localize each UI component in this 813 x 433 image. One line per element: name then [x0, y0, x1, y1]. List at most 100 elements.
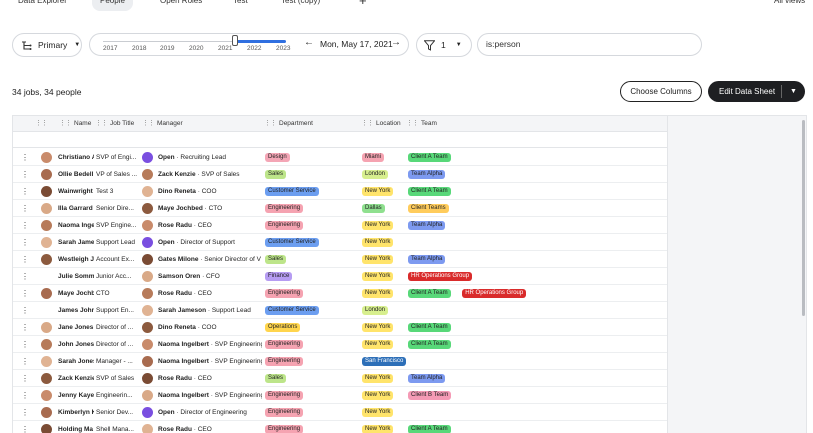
date-label[interactable]: Mon, May 17, 2021: [320, 39, 393, 49]
manager[interactable]: Samson Oren · CFO: [158, 268, 262, 285]
person-name[interactable]: Jenny Kaye: [58, 387, 94, 404]
row-menu-icon[interactable]: ⋮: [21, 319, 29, 336]
column-header-manager[interactable]: ⋮⋮ Manager: [142, 116, 183, 132]
manager[interactable]: Sarah Jameson · Support Lead: [158, 302, 262, 319]
manager[interactable]: Dino Reneta · COO: [158, 319, 262, 336]
tab-test-copy[interactable]: Test (copy): [281, 0, 320, 11]
table-row[interactable]: ⋮ Holding Ma Shell Mana... Rose Radu · CEO E…: [13, 421, 667, 433]
person-name[interactable]: Christiano A: [58, 149, 94, 166]
row-menu-icon[interactable]: ⋮: [21, 183, 29, 200]
manager[interactable]: Gates Milone · Senior Director of V: [158, 251, 262, 268]
person-name[interactable]: Jane Jones: [58, 319, 94, 336]
table-row[interactable]: ⋮ James John Support En... Sarah Jameson · …: [13, 302, 667, 319]
person-name[interactable]: Sarah Jones: [58, 353, 94, 370]
manager[interactable]: Rose Radu · CEO: [158, 217, 262, 234]
person-name[interactable]: Kimberlyn K: [58, 404, 94, 421]
table-row[interactable]: ⋮ Illa Garrard Senior Dire... Maye Jochbed …: [13, 200, 667, 217]
table-row[interactable]: ⋮ Naoma Inge SVP Engine... Rose Radu · CEO E…: [13, 217, 667, 234]
job-title: Senior Dire...: [96, 205, 134, 212]
manager[interactable]: Naoma Ingelbert · SVP Engineering: [158, 353, 262, 370]
person-name[interactable]: Maye Jochb: [58, 285, 94, 302]
manager[interactable]: Maye Jochbed · CTO: [158, 200, 262, 217]
edit-data-sheet-label: Edit Data Sheet: [719, 87, 776, 96]
column-drag-handle[interactable]: ⋮⋮: [35, 116, 50, 132]
manager[interactable]: Zack Kenzie · SVP of Sales: [158, 166, 262, 183]
all-views-link[interactable]: All views: [774, 0, 805, 11]
row-menu-icon[interactable]: ⋮: [21, 251, 29, 268]
person-name[interactable]: Sarah Jame: [58, 234, 94, 251]
row-menu-icon[interactable]: ⋮: [21, 370, 29, 387]
person-name[interactable]: Ollie Bedell: [58, 166, 94, 183]
tab-data-explorer[interactable]: Data Explorer: [18, 0, 67, 11]
manager[interactable]: Open · Director of Engineering: [158, 404, 262, 421]
column-header-location[interactable]: ⋮⋮ Location: [361, 116, 401, 132]
arrow-right-icon[interactable]: →: [391, 37, 401, 48]
row-menu-icon[interactable]: ⋮: [21, 404, 29, 421]
table-row[interactable]: ⋮ John Jones Director of ... Naoma Ingelber…: [13, 336, 667, 353]
tab-test[interactable]: Test: [233, 0, 248, 11]
row-menu-icon[interactable]: ⋮: [21, 166, 29, 183]
tab-people[interactable]: People: [92, 0, 133, 11]
year-tick: 2022: [247, 45, 262, 52]
table-row[interactable]: ⋮ Zack Kenzie SVP of Sales Rose Radu · CEO S…: [13, 370, 667, 387]
table-row[interactable]: ⋮ Westleigh J Account Ex... Gates Milone · …: [13, 251, 667, 268]
column-header-name[interactable]: ⋮⋮ Name: [59, 116, 91, 132]
chevron-down-icon[interactable]: ▼: [790, 81, 797, 102]
filter-button[interactable]: 1 ▼: [416, 33, 472, 57]
row-menu-icon[interactable]: ⋮: [21, 149, 29, 166]
manager[interactable]: Naoma Ingelbert · SVP Engineering: [158, 387, 262, 404]
row-menu-icon[interactable]: ⋮: [21, 217, 29, 234]
table-row[interactable]: ⋮ Sarah Jones Manager - ... Naoma Ingelbert…: [13, 353, 667, 370]
row-menu-icon[interactable]: ⋮: [21, 268, 29, 285]
table-row[interactable]: ⋮ Sarah Jame Support Lead Open · Director o…: [13, 234, 667, 251]
scrollbar-thumb[interactable]: [802, 120, 805, 316]
table-row[interactable]: ⋮ Christiano A SVP of Engi... Open · Recrui…: [13, 149, 667, 166]
row-menu-icon[interactable]: ⋮: [21, 387, 29, 404]
table-row[interactable]: ⋮ Wainwright Test 3 Dino Reneta · COO Custom…: [13, 183, 667, 200]
row-menu-icon[interactable]: ⋮: [21, 285, 29, 302]
person-name[interactable]: Illa Garrard: [58, 200, 94, 217]
tab-open-roles[interactable]: Open Roles: [160, 0, 202, 11]
manager[interactable]: Dino Reneta · COO: [158, 183, 262, 200]
row-menu-icon[interactable]: ⋮: [21, 336, 29, 353]
person-name[interactable]: Zack Kenzie: [58, 370, 94, 387]
table-row[interactable]: ⋮ Ollie Bedell VP of Sales ... Zack Kenzie …: [13, 166, 667, 183]
manager[interactable]: Rose Radu · CEO: [158, 370, 262, 387]
location-chip: New York: [362, 391, 394, 400]
person-name[interactable]: John Jones: [58, 336, 94, 353]
person-name[interactable]: Naoma Inge: [58, 217, 94, 234]
timeline-handle[interactable]: [232, 35, 238, 46]
table-row[interactable]: ⋮ Jane Jones Director of ... Dino Reneta · …: [13, 319, 667, 336]
row-menu-icon[interactable]: ⋮: [21, 234, 29, 251]
table-row[interactable]: ⋮ Maye Jochb CTO Rose Radu · CEO Engineering…: [13, 285, 667, 302]
column-header-team[interactable]: ⋮⋮ Team: [406, 116, 437, 132]
search-input[interactable]: is:person: [477, 33, 702, 56]
table-row[interactable]: ⋮ Kimberlyn K Senior Dev... Open · Director…: [13, 404, 667, 421]
person-name[interactable]: Holding Ma: [58, 421, 94, 433]
column-header-job-title[interactable]: ⋮⋮ Job Title: [95, 116, 134, 132]
table-row[interactable]: ⋮ Jenny Kaye Engineerin... Naoma Ingelbert …: [13, 387, 667, 404]
manager[interactable]: Open · Director of Support: [158, 234, 262, 251]
row-menu-icon[interactable]: ⋮: [21, 353, 29, 370]
row-menu-icon[interactable]: ⋮: [21, 302, 29, 319]
person-name[interactable]: Wainwright: [58, 183, 94, 200]
add-view-button[interactable]: +: [359, 0, 367, 11]
person-name[interactable]: Julie Somm: [58, 268, 94, 285]
row-menu-icon[interactable]: ⋮: [21, 421, 29, 433]
scrollbar[interactable]: [799, 116, 806, 433]
timeline-slider[interactable]: 2017 2018 2019 2020 2021 2022 2023 ← Mon…: [89, 33, 409, 56]
avatar: [41, 407, 52, 418]
person-name[interactable]: Westleigh J: [58, 251, 94, 268]
primary-dropdown[interactable]: Primary ▼: [12, 33, 82, 57]
manager[interactable]: Rose Radu · CEO: [158, 285, 262, 302]
arrow-left-icon[interactable]: ←: [304, 37, 314, 48]
manager[interactable]: Open · Recruiting Lead: [158, 149, 262, 166]
table-row[interactable]: ⋮ Julie Somm Junior Acc... Samson Oren · CF…: [13, 268, 667, 285]
row-menu-icon[interactable]: ⋮: [21, 200, 29, 217]
manager[interactable]: Rose Radu · CEO: [158, 421, 262, 433]
edit-data-sheet-button[interactable]: Edit Data Sheet ▼: [708, 81, 805, 102]
person-name[interactable]: James John: [58, 302, 94, 319]
column-header-department[interactable]: ⋮⋮ Department: [264, 116, 313, 132]
choose-columns-button[interactable]: Choose Columns: [620, 81, 702, 102]
manager[interactable]: Naoma Ingelbert · SVP Engineering: [158, 336, 262, 353]
